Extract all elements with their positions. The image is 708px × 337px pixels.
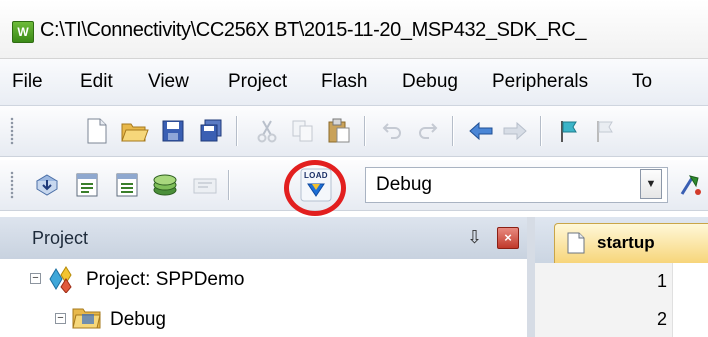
menu-peripherals[interactable]: Peripherals	[492, 71, 588, 93]
toolbar-separator	[540, 116, 541, 146]
batch-build-icon[interactable]	[150, 170, 180, 200]
tab-label: startup	[597, 233, 655, 252]
redo-icon[interactable]	[412, 116, 442, 146]
cut-icon[interactable]	[252, 116, 282, 146]
build-configuration-select[interactable]: Debug	[365, 167, 668, 203]
make-icon[interactable]	[676, 170, 706, 200]
panel-splitter[interactable]	[527, 217, 535, 337]
forward-arrow-icon[interactable]	[500, 116, 530, 146]
collapse-icon[interactable]: −	[55, 313, 66, 324]
toolbar-separator	[236, 116, 237, 146]
title-bar: W C:\TI\Connectivity\CC256X BT\2015-11-2…	[0, 0, 708, 59]
standard-toolbar	[0, 106, 708, 157]
bookmark-flag-icon[interactable]	[554, 116, 584, 146]
copy-icon[interactable]	[288, 116, 318, 146]
close-icon[interactable]: ×	[497, 227, 519, 249]
save-icon[interactable]	[158, 116, 188, 146]
build-target-icon[interactable]	[32, 170, 62, 200]
toolbar-grip[interactable]	[10, 171, 14, 199]
line-number-gutter: 1 2	[535, 263, 673, 337]
flag-icon[interactable]	[590, 116, 620, 146]
stop-build-icon[interactable]	[190, 170, 220, 200]
new-file-icon[interactable]	[82, 116, 112, 146]
open-folder-icon[interactable]	[120, 116, 150, 146]
chevron-down-icon[interactable]: ▼	[640, 169, 662, 199]
line-number: 2	[656, 309, 667, 329]
menu-debug[interactable]: Debug	[402, 71, 458, 93]
build-toolbar: LOAD Debug ▼	[0, 160, 708, 211]
folder-icon	[72, 305, 102, 337]
tree-label: Project: SPPDemo	[86, 269, 245, 290]
menu-file[interactable]: File	[12, 71, 43, 93]
compile-icon[interactable]	[72, 170, 102, 200]
file-icon	[567, 232, 585, 259]
save-all-icon[interactable]	[196, 116, 226, 146]
line-number: 1	[656, 271, 667, 291]
editor-tab-startup[interactable]: startup	[554, 223, 708, 263]
menu-project[interactable]: Project	[228, 71, 287, 93]
pin-icon[interactable]: ⇩	[467, 227, 482, 248]
project-icon	[46, 265, 78, 299]
toolbar-separator	[228, 170, 229, 200]
menu-tools[interactable]: To	[632, 71, 652, 93]
tree-label: Debug	[110, 309, 166, 330]
toolbar-separator	[452, 116, 453, 146]
menu-flash[interactable]: Flash	[321, 71, 367, 93]
collapse-icon[interactable]: −	[30, 273, 41, 284]
toolbar-separator	[364, 116, 365, 146]
project-tree: − Project: SPPDemo − Debug	[0, 259, 527, 337]
menu-bar: File Edit View Project Flash Debug Perip…	[0, 59, 708, 106]
toolbar-grip[interactable]	[10, 117, 14, 145]
undo-icon[interactable]	[378, 116, 408, 146]
project-panel-header: Project ⇩ ×	[0, 217, 527, 260]
panel-title: Project	[32, 228, 89, 248]
tree-row-project[interactable]: − Project: SPPDemo	[0, 259, 527, 299]
load-label: LOAD	[304, 171, 328, 180]
rebuild-icon[interactable]	[112, 170, 142, 200]
build-configuration-value: Debug	[376, 174, 432, 195]
paste-icon[interactable]	[324, 116, 354, 146]
menu-view[interactable]: View	[148, 71, 189, 93]
tree-row-debug[interactable]: − Debug	[0, 299, 527, 337]
app-icon: W	[12, 21, 34, 43]
back-arrow-icon[interactable]	[466, 116, 496, 146]
menu-edit[interactable]: Edit	[80, 71, 113, 93]
window-title: C:\TI\Connectivity\CC256X BT\2015-11-20_…	[40, 19, 587, 41]
download-and-debug-button[interactable]: LOAD	[300, 168, 332, 202]
